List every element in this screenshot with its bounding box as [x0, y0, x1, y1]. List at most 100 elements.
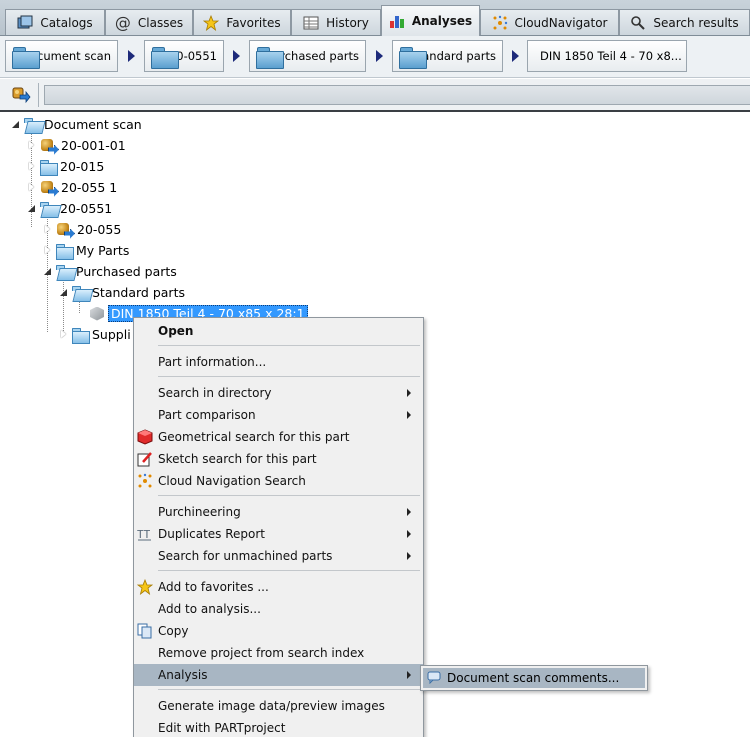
- menu-item-add-to-favorites[interactable]: Add to favorites ...: [134, 576, 423, 598]
- submenu-arrow-icon: [407, 411, 411, 419]
- context-menu: Open Part information... Search in direc…: [133, 317, 424, 737]
- menu-item-edit-with-partproject[interactable]: Edit with PARTproject: [134, 717, 423, 737]
- folder-icon: [56, 243, 74, 260]
- svg-text:TT: TT: [137, 528, 151, 541]
- menu-item-remove-project[interactable]: Remove project from search index: [134, 642, 423, 664]
- tree-node-20-0551[interactable]: 20-0551: [27, 198, 112, 219]
- submenu-arrow-icon: [407, 389, 411, 397]
- tab-bar: Catalogs @ Classes Favorites History Ana…: [0, 0, 750, 36]
- tab-cloudnavigator[interactable]: CloudNavigator: [480, 9, 619, 35]
- menu-item-document-scan-comments[interactable]: Document scan comments...: [423, 668, 645, 688]
- folder-icon: [72, 327, 90, 344]
- tab-history[interactable]: History: [291, 9, 381, 35]
- cloud-navigator-icon: [492, 15, 508, 31]
- menu-item-search-unmachined[interactable]: Search for unmachined parts: [134, 545, 423, 567]
- folder-icon: [40, 159, 58, 176]
- submenu-arrow-icon: [407, 508, 411, 516]
- tab-classes[interactable]: @ Classes: [105, 9, 193, 35]
- collapse-icon[interactable]: [11, 120, 20, 129]
- menu-item-copy[interactable]: Copy: [134, 620, 423, 642]
- tab-favorites[interactable]: Favorites: [193, 9, 291, 35]
- tree-node-label: Standard parts: [92, 285, 185, 300]
- tab-catalogs[interactable]: Catalogs: [5, 9, 105, 35]
- menu-item-label: Cloud Navigation Search: [158, 474, 306, 488]
- copy-icon: [137, 623, 153, 639]
- catalogs-icon: [17, 15, 33, 31]
- tree-node-label: 20-055: [77, 222, 122, 237]
- breadcrumb-label: DIN 1850 Teil 4 - 70 x8...: [540, 49, 682, 63]
- analysis-submenu: Document scan comments...: [420, 665, 648, 691]
- menu-item-label: Edit with PARTproject: [158, 721, 286, 735]
- collapse-icon[interactable]: [59, 288, 68, 297]
- menu-item-sketch-search[interactable]: Sketch search for this part: [134, 448, 423, 470]
- folder-open-icon: [24, 117, 40, 132]
- breadcrumb-separator-icon: [512, 50, 519, 62]
- menu-item-purchineering[interactable]: Purchineering: [134, 501, 423, 523]
- breadcrumb-separator-icon: [376, 50, 383, 62]
- menu-item-label: Geometrical search for this part: [158, 430, 350, 444]
- expand-icon[interactable]: [59, 330, 68, 339]
- menu-item-label: Part information...: [158, 355, 267, 369]
- tree-node-label: Suppli: [92, 327, 131, 342]
- menu-item-analysis[interactable]: Analysis: [134, 664, 423, 686]
- menu-item-label: Add to analysis...: [158, 602, 261, 616]
- menu-item-geometrical-search[interactable]: Geometrical search for this part: [134, 426, 423, 448]
- tab-label: Analyses: [411, 14, 473, 28]
- tree-node-document-scan[interactable]: Document scan: [11, 114, 142, 135]
- tree-node-suppliers[interactable]: Suppli: [59, 324, 131, 345]
- collapse-icon[interactable]: [43, 267, 52, 276]
- breadcrumb-standard-parts[interactable]: Standard parts: [392, 40, 503, 72]
- part-icon: [90, 306, 104, 321]
- expand-icon[interactable]: [43, 246, 52, 255]
- magnifier-icon: [630, 15, 646, 31]
- assembly-icon: [56, 222, 73, 238]
- menu-item-cloud-navigation-search[interactable]: Cloud Navigation Search: [134, 470, 423, 492]
- menu-item-open[interactable]: Open: [134, 320, 423, 342]
- submenu-arrow-icon: [407, 530, 411, 538]
- tree-node-label: 20-015: [60, 159, 105, 174]
- menu-separator: [158, 570, 420, 571]
- breadcrumb-part[interactable]: DIN 1850 Teil 4 - 70 x8...: [527, 40, 687, 72]
- tab-label: Catalogs: [40, 15, 93, 30]
- tree-node-20-055-1[interactable]: 20-055 1: [27, 177, 117, 198]
- tree-node-purchased-parts[interactable]: Purchased parts: [43, 261, 177, 282]
- menu-item-part-information[interactable]: Part information...: [134, 351, 423, 373]
- menu-item-generate-image-data[interactable]: Generate image data/preview images: [134, 695, 423, 717]
- submenu-arrow-icon: [407, 552, 411, 560]
- menu-item-part-comparison[interactable]: Part comparison: [134, 404, 423, 426]
- tab-search-results[interactable]: Search results: [619, 9, 750, 35]
- star-icon: [203, 14, 220, 31]
- tree-node-label: 20-055 1: [61, 180, 118, 195]
- at-sign-icon: @: [114, 12, 131, 32]
- expand-icon[interactable]: [27, 162, 36, 171]
- menu-item-label: Document scan comments...: [447, 671, 620, 685]
- tree-node-20-055[interactable]: 20-055: [43, 219, 121, 240]
- menu-item-search-in-directory[interactable]: Search in directory: [134, 382, 423, 404]
- tree-node-standard-parts[interactable]: Standard parts: [59, 282, 185, 303]
- expand-icon[interactable]: [27, 141, 36, 150]
- toolbar-path-field[interactable]: [44, 85, 750, 105]
- collapse-icon[interactable]: [27, 204, 36, 213]
- menu-item-add-to-analysis[interactable]: Add to analysis...: [134, 598, 423, 620]
- menu-item-label: Search for unmachined parts: [158, 549, 333, 563]
- menu-item-label: Generate image data/preview images: [158, 699, 385, 713]
- menu-item-label: Sketch search for this part: [158, 452, 317, 466]
- menu-item-label: Duplicates Report: [158, 527, 266, 541]
- tab-label: Favorites: [226, 15, 281, 30]
- menu-item-duplicates-report[interactable]: TT Duplicates Report: [134, 523, 423, 545]
- breadcrumb-purchased-parts[interactable]: Purchased parts: [249, 40, 366, 72]
- breadcrumb: Document scan 20-0551 Purchased parts St…: [0, 36, 750, 78]
- expand-icon[interactable]: [43, 225, 52, 234]
- tab-analyses[interactable]: Analyses: [381, 5, 480, 36]
- tree-node-20-001-01[interactable]: 20-001-01: [27, 135, 126, 156]
- breadcrumb-document-scan[interactable]: Document scan: [5, 40, 118, 72]
- breadcrumb-20-0551[interactable]: 20-0551: [144, 40, 224, 72]
- breadcrumb-separator-icon: [128, 50, 135, 62]
- tree-node-20-015[interactable]: 20-015: [27, 156, 104, 177]
- menu-item-label: Search in directory: [158, 386, 272, 400]
- tree-node-my-parts[interactable]: My Parts: [43, 240, 129, 261]
- expand-icon[interactable]: [27, 183, 36, 192]
- assembly-navigate-icon[interactable]: [11, 86, 31, 104]
- folder-icon: [151, 45, 179, 69]
- folder-icon: [256, 45, 286, 69]
